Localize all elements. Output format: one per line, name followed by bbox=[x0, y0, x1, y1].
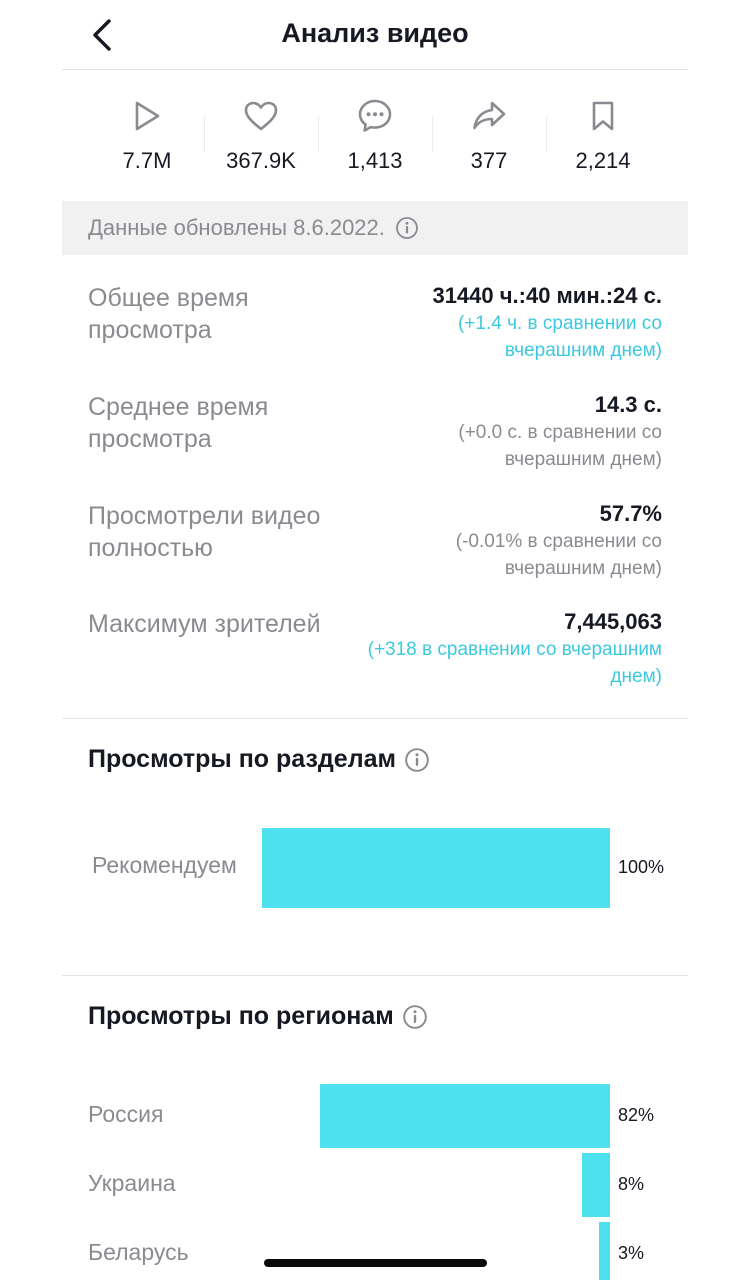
stat-value: 1,413 bbox=[347, 148, 403, 173]
metric-value: 7,445,063 bbox=[564, 609, 662, 634]
metric-value: 57.7% bbox=[599, 501, 662, 526]
bar bbox=[581, 1153, 610, 1217]
metric-value: 31440 ч.:40 мин.:24 с. bbox=[432, 283, 662, 308]
bar-label: Рекомендуем bbox=[92, 852, 237, 878]
bookmark-icon bbox=[592, 101, 614, 131]
metric-value: 14.3 с. bbox=[594, 392, 662, 417]
updated-banner: Данные обновлены 8.6.2022. bbox=[62, 201, 688, 255]
comment-icon bbox=[358, 99, 392, 132]
bar bbox=[319, 1084, 610, 1148]
bar-row: Беларусь 3% bbox=[88, 1222, 662, 1280]
stat-value: 367.9K bbox=[226, 148, 296, 173]
section-title-views-by-section: Просмотры по разделам bbox=[88, 745, 430, 774]
bar-label: Беларусь bbox=[88, 1239, 189, 1265]
heart-icon bbox=[244, 101, 278, 131]
home-indicator bbox=[264, 1259, 487, 1267]
stat-views: 7.7M bbox=[90, 86, 204, 186]
bar-row: Россия 82% bbox=[88, 1084, 662, 1148]
stats-row: 7.7M 367.9K 1,413 377 2,214 bbox=[90, 86, 660, 186]
metric-label: Просмотрели видео полностью bbox=[88, 502, 321, 562]
metric-comparison: (+0.0 с. в сравнении со вчерашним днем) bbox=[458, 422, 662, 470]
stat-shares: 377 bbox=[432, 86, 546, 186]
bar-percent: 100% bbox=[618, 857, 665, 877]
section-title-text: Просмотры по регионам bbox=[88, 1002, 394, 1030]
metric-label: Среднее время просмотра bbox=[88, 393, 269, 453]
section-title-text: Просмотры по разделам bbox=[88, 745, 396, 773]
updated-text: Данные обновлены 8.6.2022. bbox=[88, 215, 385, 240]
header: Анализ видео bbox=[0, 0, 750, 70]
stat-saves: 2,214 bbox=[546, 86, 660, 186]
stat-comments: 1,413 bbox=[318, 86, 432, 186]
bar-row: Рекомендуем 100% bbox=[88, 828, 665, 908]
section-divider bbox=[62, 718, 688, 719]
section-title-views-by-region: Просмотры по регионам bbox=[88, 1002, 428, 1031]
metric-comparison: (+1.4 ч. в сравнении со вчерашним днем) bbox=[457, 313, 662, 361]
share-icon bbox=[473, 101, 506, 130]
stat-likes: 367.9K bbox=[204, 86, 318, 186]
info-icon[interactable] bbox=[395, 216, 419, 240]
metric-comparison: (+318 в сравнении со вчерашним днем) bbox=[367, 639, 662, 687]
play-icon bbox=[135, 101, 160, 131]
metric-comparison: (-0.01% в сравнении со вчерашним днем) bbox=[455, 531, 662, 579]
page-title: Анализ видео bbox=[281, 18, 469, 48]
bar-percent: 82% bbox=[618, 1105, 655, 1125]
bar bbox=[599, 1222, 610, 1280]
section-divider bbox=[62, 975, 688, 976]
stat-value: 377 bbox=[470, 148, 508, 173]
bar bbox=[262, 828, 610, 908]
stat-value: 7.7M bbox=[122, 148, 172, 173]
bar-label: Украина bbox=[88, 1170, 176, 1196]
stat-value: 2,214 bbox=[575, 148, 631, 173]
info-icon[interactable] bbox=[404, 747, 430, 773]
bar-row: Украина 8% bbox=[88, 1153, 662, 1217]
bar-label: Россия bbox=[88, 1101, 164, 1127]
header-divider bbox=[62, 69, 688, 70]
bar-percent: 8% bbox=[618, 1174, 645, 1194]
metric-label: Общее время просмотра bbox=[88, 284, 249, 344]
info-icon[interactable] bbox=[402, 1004, 428, 1030]
bar-percent: 3% bbox=[618, 1243, 645, 1263]
